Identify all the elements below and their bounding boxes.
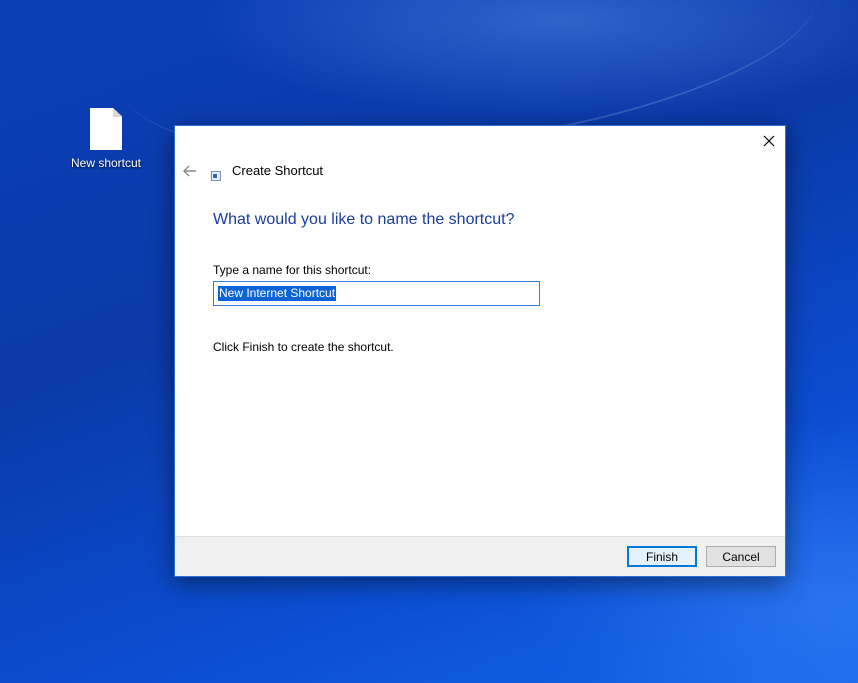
shortcut-icon [211, 171, 221, 181]
close-button[interactable] [753, 126, 785, 156]
desktop-icon-new-shortcut[interactable]: New shortcut [64, 108, 148, 170]
desktop-icon-label: New shortcut [70, 156, 142, 170]
desktop: New shortcut Create Shortcut What would … [0, 0, 858, 683]
back-button[interactable] [179, 162, 201, 180]
close-icon [763, 135, 775, 147]
shortcut-name-input[interactable]: New Internet Shortcut [213, 281, 540, 306]
back-arrow-icon [183, 165, 196, 177]
shortcut-name-label: Type a name for this shortcut: [213, 263, 372, 277]
finish-hint-text: Click Finish to create the shortcut. [213, 340, 394, 354]
dialog-heading: What would you like to name the shortcut… [213, 211, 515, 228]
blank-file-icon [90, 108, 122, 150]
shortcut-name-value: New Internet Shortcut [218, 286, 337, 301]
create-shortcut-dialog: Create Shortcut What would you like to n… [174, 125, 786, 577]
cancel-button[interactable]: Cancel [706, 546, 776, 567]
dialog-footer: Finish Cancel [175, 536, 785, 576]
finish-button[interactable]: Finish [627, 546, 697, 567]
dialog-title: Create Shortcut [232, 163, 324, 178]
